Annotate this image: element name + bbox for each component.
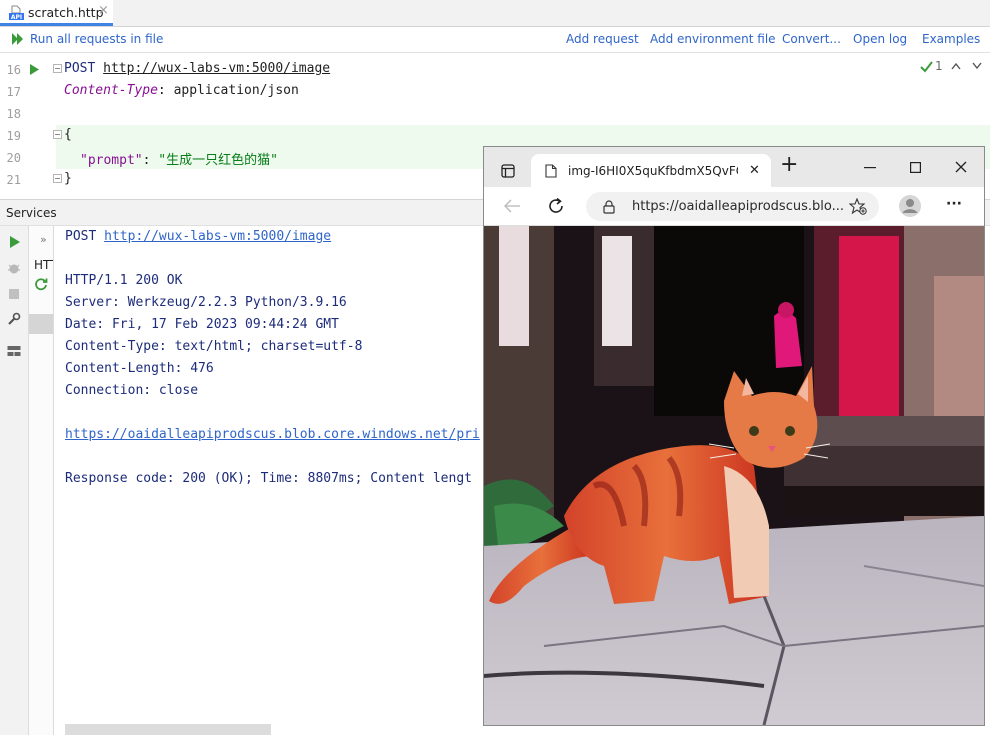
highlighted-line [56, 125, 990, 147]
rerun-icon[interactable] [34, 277, 48, 291]
http-client-toolbar: Run all requests in file Add request Add… [0, 27, 990, 53]
browser-tab-close-icon[interactable]: ✕ [749, 163, 760, 178]
close-window-icon[interactable] [955, 161, 967, 173]
request-line[interactable]: POST http://wux-labs-vm:5000/image [64, 61, 330, 76]
convert-button[interactable]: Convert... [782, 32, 841, 46]
response-connection: Connection: close [65, 383, 199, 398]
services-tree: » HTT [29, 226, 54, 735]
response-request-url[interactable]: http://wux-labs-vm:5000/image [104, 229, 331, 244]
api-file-icon: API [9, 5, 24, 20]
generated-image [484, 226, 984, 725]
line-number: 17 [6, 85, 21, 99]
response-content-type: Content-Type: text/html; charset=utf-8 [65, 339, 363, 354]
header-line[interactable]: Content-Type: application/json [64, 83, 299, 98]
refresh-icon[interactable] [547, 197, 565, 215]
browser-title-bar: img-I6HI0X5quKfbdmX5QvFQkIV ✕ + [484, 147, 984, 188]
response-result-link[interactable]: https://oaidalleapiprodscus.blob.core.wi… [65, 427, 480, 442]
selected-tree-row[interactable] [29, 314, 53, 334]
back-arrow-icon[interactable] [503, 198, 521, 214]
services-side-toolbar [0, 226, 29, 735]
line-number: 19 [6, 129, 21, 143]
url-text: https://oaidalleapiprodscus.blo... [632, 199, 844, 214]
expand-chevrons-icon[interactable]: » [40, 233, 47, 246]
header-separator: : [157, 83, 174, 98]
maximize-icon[interactable] [910, 162, 921, 173]
run-all-requests-button[interactable]: Run all requests in file [30, 32, 163, 46]
header-value: application/json [173, 83, 299, 98]
json-open-brace: { [64, 127, 72, 142]
json-separator: : [142, 153, 159, 168]
response-content-length: Content-Length: 476 [65, 361, 214, 376]
editor-gutter: 16 17 18 19 20 21 [0, 53, 62, 199]
lock-icon[interactable] [603, 200, 615, 214]
add-environment-file-button[interactable]: Add environment file [650, 32, 776, 46]
debug-icon[interactable] [7, 261, 21, 275]
services-title: Services [6, 206, 57, 220]
add-favorite-icon[interactable] [849, 198, 867, 215]
profile-avatar-icon[interactable] [899, 195, 921, 217]
json-key: "prompt" [80, 153, 143, 168]
cat-image [484, 226, 984, 725]
check-icon [920, 61, 933, 73]
stop-icon[interactable] [8, 288, 20, 300]
json-value: "生成一只红色的猫" [158, 153, 278, 168]
run-all-icon[interactable] [11, 32, 25, 46]
tab-label: scratch.http [28, 5, 104, 20]
layout-icon[interactable] [7, 345, 21, 357]
horizontal-scrollbar[interactable] [65, 724, 271, 735]
tab-close-icon[interactable]: × [98, 3, 109, 18]
services-tree-item[interactable]: HTT [34, 258, 53, 272]
svg-text:API: API [11, 14, 22, 20]
line-number: 20 [6, 151, 21, 165]
editor-tab-bar: API scratch.http × [0, 0, 990, 27]
open-log-button[interactable]: Open log [853, 32, 907, 46]
header-name: Content-Type [64, 83, 158, 98]
run-icon[interactable] [9, 236, 20, 248]
fold-icon[interactable] [53, 64, 62, 73]
browser-tab-title: img-I6HI0X5quKfbdmX5QvFQkIV [568, 164, 738, 178]
minimize-icon[interactable] [864, 167, 876, 169]
add-request-button[interactable]: Add request [566, 32, 639, 46]
json-close-brace: } [64, 171, 72, 186]
response-summary: Response code: 200 (OK); Time: 8807ms; C… [65, 471, 472, 486]
response-request-line: POST http://wux-labs-vm:5000/image [65, 229, 331, 244]
tab-actions-icon[interactable] [501, 164, 515, 178]
wrench-icon[interactable] [7, 312, 21, 326]
more-menu-icon[interactable]: ··· [946, 196, 962, 212]
line-number: 18 [6, 107, 21, 121]
line-number: 21 [6, 173, 21, 187]
browser-tab[interactable]: img-I6HI0X5quKfbdmX5QvFQkIV ✕ [531, 154, 771, 188]
response-server: Server: Werkzeug/2.2.3 Python/3.9.16 [65, 295, 347, 310]
url-field[interactable]: https://oaidalleapiprodscus.blo... [586, 192, 879, 221]
line-number: 16 [6, 63, 21, 77]
browser-address-bar: https://oaidalleapiprodscus.blo... ··· [484, 187, 984, 226]
response-status: HTTP/1.1 200 OK [65, 273, 183, 288]
page-icon [545, 164, 557, 178]
browser-window: img-I6HI0X5quKfbdmX5QvFQkIV ✕ + https://… [483, 146, 985, 726]
request-url[interactable]: http://wux-labs-vm:5000/image [103, 61, 330, 76]
http-method: POST [64, 61, 96, 76]
fold-icon[interactable] [53, 130, 62, 139]
tab-scratch-http[interactable]: API scratch.http × [0, 0, 113, 26]
chevron-down-icon[interactable] [972, 62, 982, 70]
json-body-line[interactable]: "prompt": "生成一只红色的猫" [80, 149, 278, 168]
fold-icon[interactable] [53, 174, 62, 183]
run-request-icon[interactable] [29, 64, 39, 75]
new-tab-button[interactable]: + [780, 154, 798, 176]
response-method: POST [65, 229, 97, 244]
inspection-count: 1 [935, 59, 943, 73]
response-date: Date: Fri, 17 Feb 2023 09:44:24 GMT [65, 317, 339, 332]
chevron-up-icon[interactable] [951, 62, 961, 70]
examples-button[interactable]: Examples [922, 32, 980, 46]
